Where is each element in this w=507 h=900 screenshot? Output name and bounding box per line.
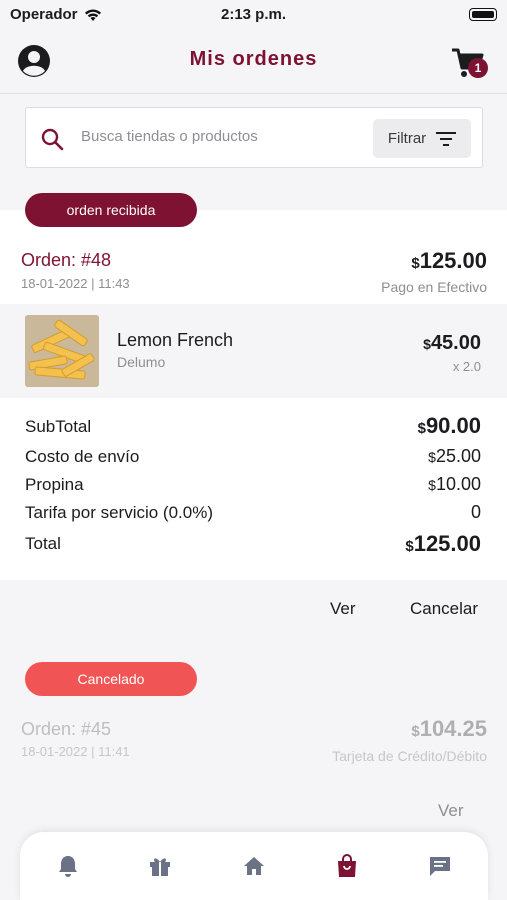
cart-count-badge: 1 — [468, 58, 488, 78]
summary-value-number: 10.00 — [435, 474, 481, 494]
filter-button[interactable]: Filtrar — [373, 119, 471, 158]
currency-symbol: $ — [428, 477, 436, 493]
summary-value-number: 90.00 — [425, 413, 481, 438]
summary-value-number: 25.00 — [435, 446, 481, 466]
summary-value: $125.00 — [405, 531, 481, 557]
search-bar: Filtrar — [25, 107, 483, 168]
summary-value-number: 125.00 — [413, 531, 481, 556]
order-date: 18-01-2022 | 11:43 — [21, 276, 130, 291]
summary-value: $25.00 — [428, 446, 481, 467]
currency-symbol: $ — [405, 538, 414, 555]
chat-icon — [430, 857, 450, 876]
currency-symbol: $ — [423, 336, 431, 352]
order-title: Orden: #45 — [21, 719, 112, 739]
header-divider — [0, 93, 507, 94]
header: Mis ordenes — [0, 36, 507, 92]
summary-label: SubTotal — [25, 417, 92, 436]
payment-method: Pago en Efectivo — [381, 279, 487, 295]
nav-orders[interactable] — [333, 852, 361, 880]
nav-messages[interactable] — [426, 852, 454, 880]
page-title: Mis ordenes — [189, 48, 318, 70]
payment-method: Tarjeta de Crédito/Débito — [332, 748, 487, 764]
summary-value-number: 0 — [470, 502, 481, 522]
nav-home[interactable] — [240, 852, 268, 880]
summary-value: $10.00 — [428, 474, 481, 495]
view-order-button[interactable]: Ver — [330, 599, 356, 619]
status-time: 2:13 p.m. — [220, 6, 287, 23]
item-price-value: 45.00 — [430, 332, 481, 354]
order-title: Orden: #48 — [21, 250, 112, 270]
summary-label: Total — [25, 534, 61, 553]
item-price: $45.00 — [423, 332, 481, 355]
filter-label: Filtrar — [387, 130, 427, 147]
status-badge: Cancelado — [25, 662, 197, 696]
summary-label: Propina — [25, 475, 84, 494]
battery-icon — [469, 8, 497, 21]
status-bar: Operador 2:13 p.m. — [0, 0, 507, 30]
order-total-value: 125.00 — [419, 248, 487, 273]
order-total: $125.00 — [411, 248, 487, 274]
product-name: Lemon French — [117, 330, 234, 350]
filter-icon — [436, 131, 457, 146]
bell-icon — [59, 856, 77, 877]
summary-label: Costo de envío — [25, 447, 140, 466]
summary-label: Tarifa por servicio (0.0%) — [25, 503, 214, 522]
shopping-bag-icon — [338, 854, 356, 877]
currency-symbol: $ — [428, 449, 436, 465]
bottom-nav — [20, 832, 488, 900]
summary-value: $90.00 — [418, 413, 481, 439]
search-icon — [41, 128, 64, 151]
store-name: Delumo — [117, 354, 166, 370]
currency-symbol: $ — [417, 420, 426, 437]
gift-icon — [150, 858, 170, 876]
cancel-order-button[interactable]: Cancelar — [410, 599, 478, 619]
view-order-button[interactable]: Ver — [438, 801, 464, 821]
order-date: 18-01-2022 | 11:41 — [21, 744, 130, 759]
order-total: $104.25 — [411, 716, 487, 742]
nav-notifications[interactable] — [54, 852, 82, 880]
order-total-value: 104.25 — [419, 716, 487, 741]
currency-symbol: $ — [411, 723, 420, 740]
currency-symbol: $ — [411, 255, 420, 272]
home-icon — [244, 857, 264, 875]
summary-value: 0 — [471, 502, 481, 523]
item-quantity: x 2.0 — [452, 359, 481, 374]
search-input[interactable] — [81, 128, 371, 145]
nav-gifts[interactable] — [146, 852, 174, 880]
order-item[interactable]: Lemon French Delumo $45.00 x 2.0 — [0, 304, 507, 398]
product-image — [25, 315, 99, 387]
status-badge: orden recibida — [25, 193, 197, 227]
